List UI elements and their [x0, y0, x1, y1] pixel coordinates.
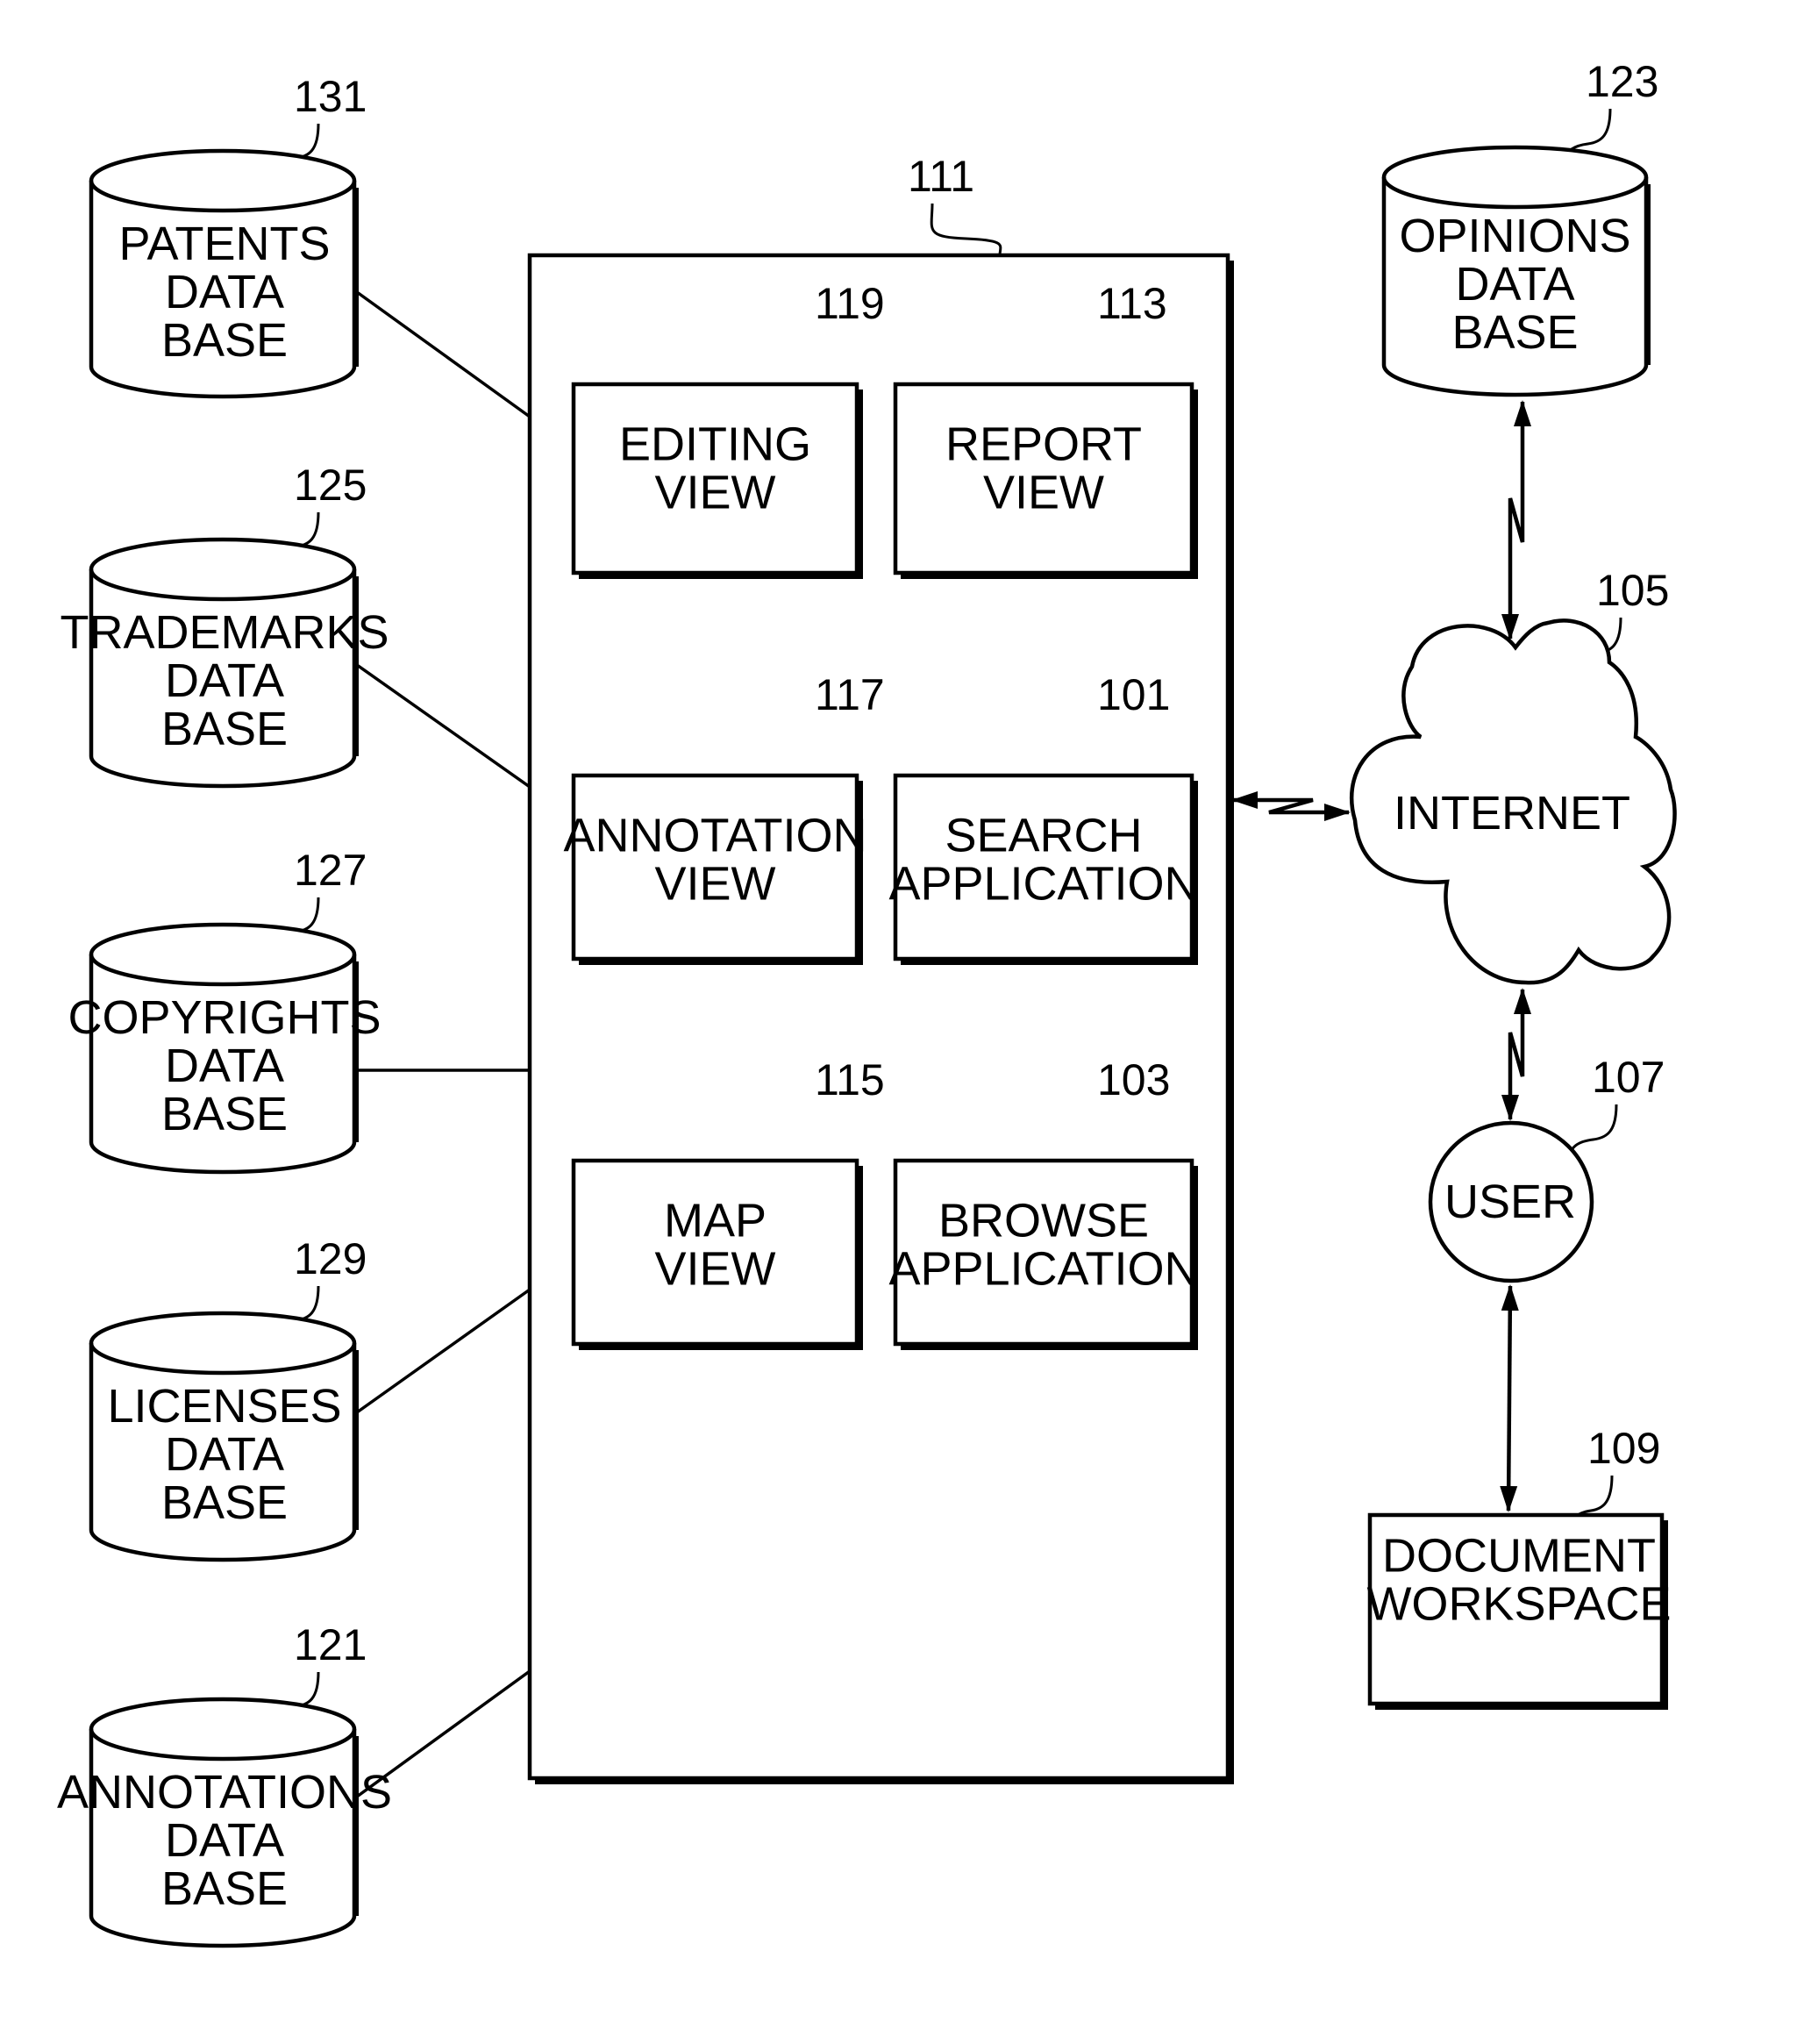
main-system-internet-link [1231, 791, 1351, 821]
annotations-database-ref-number: 121 [294, 1620, 367, 1669]
copyrights-database-ref-number: 127 [294, 846, 367, 895]
main-system-ref-number: 111 [908, 152, 974, 201]
search-application-line: SEARCH [945, 810, 1142, 862]
browse-application-ref-number: 103 [1097, 1055, 1170, 1104]
internet-ref-number: 105 [1596, 566, 1669, 615]
document-workspace-ref-number: 109 [1587, 1424, 1660, 1473]
report-view-ref-number: 113 [1097, 279, 1167, 328]
user-leader-line [1568, 1104, 1618, 1159]
copyrights-database-line: COPYRIGHTS [68, 991, 381, 1044]
document-workspace-line: WORKSPACE [1366, 1578, 1671, 1631]
patents-database-line: BASE [161, 314, 288, 367]
patents-database-line: PATENTS [118, 218, 330, 270]
user-ref-number: 107 [1592, 1053, 1665, 1102]
opinions-internet-link [1501, 400, 1531, 640]
licenses-database-line: BASE [161, 1476, 288, 1529]
browse-application-line: BROWSE [938, 1195, 1149, 1247]
trademarks-database-line: BASE [161, 703, 288, 755]
internet-label: INTERNET [1394, 787, 1630, 840]
trademarks-database-ref-number: 125 [294, 461, 367, 510]
patents-database-connector-line [355, 290, 531, 418]
copyrights-database-line: DATA [165, 1040, 284, 1092]
copyrights-database-line: BASE [161, 1088, 288, 1140]
map-view-line: MAP [664, 1195, 767, 1247]
search-application-ref-number: 101 [1097, 670, 1170, 719]
annotation-view-ref-number: 117 [815, 670, 885, 719]
annotations-database-line: DATA [165, 1814, 284, 1867]
patents-database-line: DATA [165, 266, 284, 318]
report-view-line: VIEW [983, 467, 1104, 519]
document-workspace-line: DOCUMENT [1382, 1530, 1656, 1583]
report-view-line: REPORT [945, 418, 1142, 471]
licenses-database-connector-line [355, 1288, 531, 1414]
annotations-database-line: ANNOTATIONS [57, 1766, 392, 1819]
trademarks-database-connector-line [355, 663, 531, 789]
licenses-database-line: DATA [165, 1428, 284, 1481]
map-view-ref-number: 115 [815, 1055, 885, 1104]
map-view-line: VIEW [654, 1243, 775, 1296]
opinions-database-line: BASE [1451, 306, 1578, 359]
internet-user-link [1501, 988, 1531, 1121]
shape-layer [89, 145, 1677, 1948]
annotation-view-line: VIEW [654, 858, 775, 911]
user-label: USER [1444, 1176, 1576, 1228]
user-workspace-link [1500, 1284, 1519, 1512]
system-diagram: 111EDITINGVIEW119REPORTVIEW113ANNOTATION… [57, 57, 1677, 1948]
main-system-leader-line [930, 203, 1002, 256]
editing-view-ref-number: 119 [815, 279, 885, 328]
search-application-line: APPLICATION [888, 858, 1198, 911]
annotations-database-line: BASE [161, 1862, 288, 1915]
opinions-database-line: OPINIONS [1399, 210, 1630, 262]
trademarks-database-line: DATA [165, 654, 284, 707]
editing-view-line: EDITING [619, 418, 811, 471]
browse-application-line: APPLICATION [888, 1243, 1198, 1296]
licenses-database-ref-number: 129 [294, 1234, 367, 1283]
opinions-database-ref-number: 123 [1586, 57, 1658, 106]
patents-database-ref-number: 131 [294, 72, 367, 121]
annotation-view-line: ANNOTATION [564, 810, 867, 862]
trademarks-database-line: TRADEMARKS [60, 606, 389, 659]
opinions-database-line: DATA [1455, 258, 1574, 311]
editing-view-line: VIEW [654, 467, 775, 519]
licenses-database-line: LICENSES [107, 1380, 341, 1433]
